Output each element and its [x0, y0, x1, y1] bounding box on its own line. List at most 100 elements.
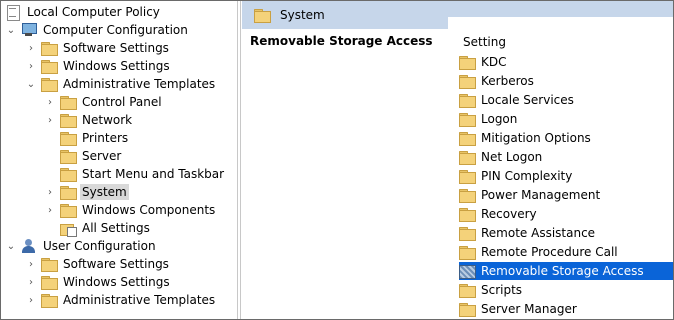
tree-item-user-software-settings[interactable]: › Software Settings: [25, 255, 171, 273]
tree-item-label: Network: [82, 113, 133, 127]
chevron-right-icon[interactable]: ›: [25, 255, 37, 273]
folder-icon: [459, 169, 476, 184]
list-item[interactable]: Removable Storage Access: [459, 262, 673, 280]
tree-item-control-panel[interactable]: › Control Panel: [44, 93, 164, 111]
list-item[interactable]: Power Management: [459, 186, 673, 204]
navigation-tree: Local Computer Policy ⌄ Computer Configu…: [1, 1, 237, 319]
folder-icon: [41, 41, 58, 56]
list-item[interactable]: KDC: [459, 53, 673, 71]
tree-item-windows-settings[interactable]: › Windows Settings: [25, 57, 172, 75]
tree-item-label: Windows Settings: [63, 275, 170, 289]
tree-item-system[interactable]: › System: [44, 183, 129, 201]
tree-item-label: User Configuration: [43, 239, 156, 253]
chevron-right-icon[interactable]: ›: [44, 183, 56, 201]
folder-icon: [60, 113, 77, 128]
list-item[interactable]: Kerberos: [459, 72, 673, 90]
list-item-label: Scripts: [481, 283, 523, 297]
tree-item-start-menu-and-taskbar[interactable]: Start Menu and Taskbar: [60, 165, 226, 183]
folder-icon: [60, 203, 77, 218]
folder-icon: [60, 149, 77, 164]
tree-item-label: Computer Configuration: [43, 23, 188, 37]
list-item[interactable]: Mitigation Options: [459, 129, 673, 147]
tree-item-printers[interactable]: Printers: [60, 129, 130, 147]
description-heading: Removable Storage Access: [250, 34, 433, 48]
list-item[interactable]: Logon: [459, 110, 673, 128]
chevron-right-icon[interactable]: ›: [25, 39, 37, 57]
tree-item-computer-configuration[interactable]: ⌄ Computer Configuration: [5, 21, 190, 39]
list-item[interactable]: PIN Complexity: [459, 167, 673, 185]
list-item-label: Remote Procedure Call: [481, 245, 618, 259]
folder-icon: [41, 59, 58, 74]
tree-item-administrative-templates[interactable]: ⌄ Administrative Templates: [25, 75, 217, 93]
folder-icon: [459, 150, 476, 165]
tree-item-label: Software Settings: [63, 257, 169, 271]
list-item-label: PIN Complexity: [481, 169, 573, 183]
tree-item-label: Windows Settings: [63, 59, 170, 73]
folder-icon: [459, 131, 476, 146]
folder-icon: [459, 188, 476, 203]
folder-icon: [459, 207, 476, 222]
tree-item-label: Software Settings: [63, 41, 169, 55]
path-title: System: [280, 8, 325, 22]
tree-item-all-settings[interactable]: All Settings: [60, 219, 152, 237]
chevron-down-icon[interactable]: ⌄: [5, 21, 17, 39]
tree-item-user-windows-settings[interactable]: › Windows Settings: [25, 273, 172, 291]
folder-icon: [41, 293, 58, 308]
folder-icon: [459, 283, 476, 298]
list-item-label: Server Manager: [481, 302, 577, 316]
chevron-right-icon[interactable]: ›: [25, 291, 37, 309]
folder-selected-icon: [459, 264, 476, 279]
column-header-setting[interactable]: Setting: [463, 35, 506, 49]
list-item[interactable]: Recovery: [459, 205, 673, 223]
list-item-label: Power Management: [481, 188, 601, 202]
list-item-label: Locale Services: [481, 93, 574, 107]
folder-icon: [41, 275, 58, 290]
chevron-down-icon[interactable]: ⌄: [25, 75, 37, 93]
chevron-right-icon[interactable]: ›: [44, 201, 56, 219]
chevron-right-icon[interactable]: ›: [44, 93, 56, 111]
pane-splitter[interactable]: [237, 1, 241, 319]
folder-icon: [459, 93, 476, 108]
computer-icon: [21, 23, 37, 37]
tree-item-windows-components[interactable]: › Windows Components: [44, 201, 217, 219]
tree-item-user-administrative-templates[interactable]: › Administrative Templates: [25, 291, 217, 309]
tree-item-label: Control Panel: [82, 95, 162, 109]
policy-icon: [5, 5, 21, 21]
tree-item-network[interactable]: › Network: [44, 111, 134, 129]
list-item[interactable]: Scripts: [459, 281, 673, 299]
list-item-label: Net Logon: [481, 150, 543, 164]
list-item[interactable]: Net Logon: [459, 148, 673, 166]
details-pane: System Removable Storage Access Setting …: [242, 1, 673, 319]
user-icon: [21, 239, 37, 253]
settings-list: Setting KDC Kerberos Locale Services Log…: [452, 29, 673, 319]
tree-item-label: System: [80, 184, 129, 200]
tree-item-label: Administrative Templates: [63, 293, 216, 307]
folder-icon: [459, 226, 476, 241]
tree-item-label: Start Menu and Taskbar: [82, 167, 225, 181]
list-item[interactable]: Remote Procedure Call: [459, 243, 673, 261]
list-item[interactable]: Locale Services: [459, 91, 673, 109]
chevron-right-icon[interactable]: ›: [44, 111, 56, 129]
list-item-label: Kerberos: [481, 74, 534, 88]
tree-item-label: Printers: [82, 131, 129, 145]
tree-item-label: Windows Components: [82, 203, 216, 217]
tree-item-local-computer-policy[interactable]: Local Computer Policy: [5, 3, 162, 21]
folder-icon: [459, 74, 476, 89]
folder-icon: [60, 131, 77, 146]
list-item-label: Remote Assistance: [481, 226, 596, 240]
list-item[interactable]: Server Manager: [459, 300, 673, 318]
list-item[interactable]: Remote Assistance: [459, 224, 673, 242]
chevron-right-icon[interactable]: ›: [25, 57, 37, 75]
tree-item-user-configuration[interactable]: ⌄ User Configuration: [5, 237, 158, 255]
chevron-right-icon[interactable]: ›: [25, 273, 37, 291]
folder-icon: [459, 55, 476, 70]
tree-item-label: Local Computer Policy: [27, 5, 160, 19]
tree-item-software-settings[interactable]: › Software Settings: [25, 39, 171, 57]
chevron-down-icon[interactable]: ⌄: [5, 237, 17, 255]
list-item-label: KDC: [481, 55, 507, 69]
folder-icon: [41, 77, 58, 92]
tree-item-server[interactable]: Server: [60, 147, 123, 165]
folder-icon: [60, 185, 77, 200]
folder-icon: [41, 257, 58, 272]
tree-item-label: All Settings: [82, 221, 150, 235]
